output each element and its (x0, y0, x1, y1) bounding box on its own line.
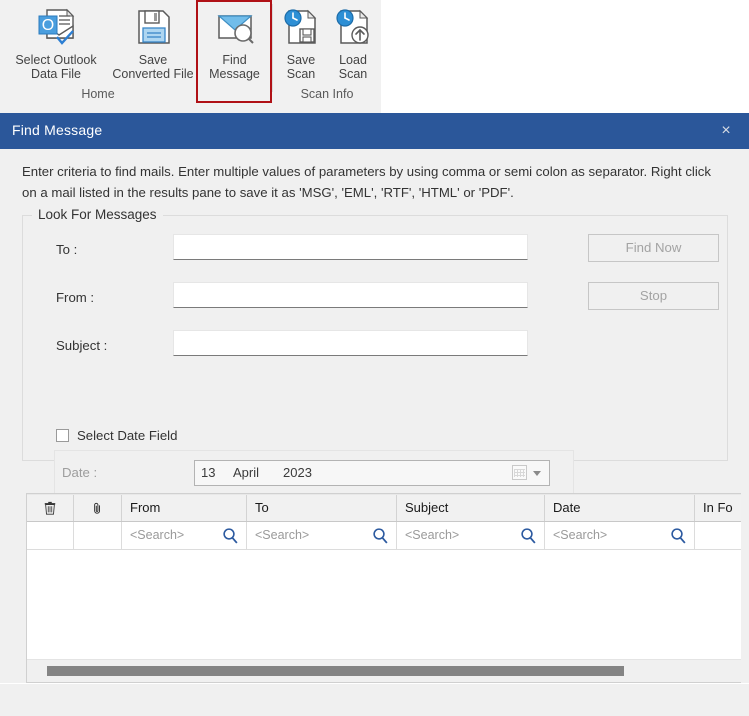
chevron-down-icon[interactable] (533, 471, 541, 476)
ribbon-group-scan-info: Save Scan Load Scan Scan Info (273, 0, 381, 113)
ribbon-toolbar: O Select Outlook Data File Save Converte… (0, 0, 749, 114)
column-header-delete[interactable] (27, 495, 74, 521)
svg-text:O: O (42, 17, 54, 34)
filter-cell-attachment (74, 522, 122, 549)
ribbon-group-find: Find Message (197, 0, 272, 113)
floppy-disk-icon (130, 4, 176, 50)
column-header-date[interactable]: Date (545, 495, 695, 521)
filter-placeholder-to: <Search> (255, 528, 310, 542)
date-label: Date : (62, 465, 98, 480)
grid-header-row: From To Subject Date In Fo (27, 494, 749, 522)
select-date-field-label: Select Date Field (77, 428, 178, 443)
column-header-from[interactable]: From (122, 495, 247, 521)
ribbon-button-load-scan[interactable]: Load Scan (327, 2, 379, 81)
grid-rows-area (27, 550, 749, 660)
dialog-title: Find Message (12, 122, 103, 138)
page-clock-upload-icon (330, 4, 376, 50)
ribbon-empty-area (381, 0, 749, 113)
instructions-text: Enter criteria to find mails. Enter mult… (22, 164, 711, 200)
dialog-body: Enter criteria to find mails. Enter mult… (0, 149, 749, 716)
ribbon-button-label: Find Message (209, 53, 260, 81)
column-header-to[interactable]: To (247, 495, 397, 521)
search-icon[interactable] (222, 527, 239, 544)
find-now-button[interactable]: Find Now (588, 234, 719, 262)
filter-cell-subject[interactable]: <Search> (397, 522, 545, 549)
ribbon-button-select-outlook-data-file[interactable]: O Select Outlook Data File (4, 2, 108, 81)
filter-placeholder-subject: <Search> (405, 528, 460, 542)
ribbon-button-label: Save Converted File (112, 53, 194, 81)
scrollbar-thumb[interactable] (47, 666, 624, 676)
from-input[interactable] (173, 282, 528, 308)
stop-button[interactable]: Stop (588, 282, 719, 310)
filter-cell-date[interactable]: <Search> (545, 522, 695, 549)
dialog-title-bar: Find Message × (0, 113, 749, 149)
date-year[interactable]: 2023 (283, 465, 312, 480)
search-icon[interactable] (372, 527, 389, 544)
select-date-field-row[interactable]: Select Date Field (56, 428, 177, 443)
ribbon-button-save-converted-file[interactable]: Save Converted File (110, 2, 196, 81)
close-icon[interactable]: × (713, 119, 739, 143)
filter-cell-from[interactable]: <Search> (122, 522, 247, 549)
page-clock-save-icon (278, 4, 324, 50)
ribbon-group-label-home: Home (81, 87, 115, 101)
filter-cell-delete (27, 522, 74, 549)
subject-label: Subject : (56, 338, 108, 353)
from-label: From : (56, 290, 95, 305)
date-month[interactable]: April (233, 465, 259, 480)
application-window: O Select Outlook Data File Save Converte… (0, 0, 749, 716)
envelope-search-icon (212, 4, 258, 50)
ribbon-button-find-message[interactable]: Find Message (197, 2, 272, 81)
grid-filter-row: <Search> <Search> <Search> <Search> (27, 522, 749, 550)
grid-horizontal-scrollbar[interactable] (27, 659, 748, 682)
search-icon[interactable] (520, 527, 537, 544)
ribbon-button-label: Save Scan (286, 53, 316, 81)
filter-cell-to[interactable]: <Search> (247, 522, 397, 549)
select-date-field-checkbox[interactable] (56, 429, 69, 442)
filter-placeholder-from: <Search> (130, 528, 185, 542)
paperclip-icon (94, 502, 100, 514)
look-for-messages-group: Look For Messages To : From : Subject : … (22, 207, 728, 496)
ribbon-button-save-scan[interactable]: Save Scan (275, 2, 327, 81)
to-input[interactable] (173, 234, 528, 260)
ribbon-button-label: Select Outlook Data File (15, 53, 97, 81)
filter-placeholder-date: <Search> (553, 528, 608, 542)
date-picker[interactable]: 13 April 2023 (194, 460, 550, 486)
outlook-data-file-icon: O (33, 4, 79, 50)
ribbon-group-home: O Select Outlook Data File Save Converte… (0, 0, 196, 113)
dialog-bottom-strip (0, 683, 749, 716)
ribbon-group-label-scan-info: Scan Info (300, 87, 354, 101)
column-header-attachment[interactable] (74, 495, 122, 521)
to-label: To : (56, 242, 78, 257)
results-grid: From To Subject Date In Fo <Search> <Sea… (26, 493, 749, 683)
subject-input[interactable] (173, 330, 528, 356)
trash-icon (44, 501, 56, 515)
grid-right-gutter (741, 493, 749, 683)
ribbon-groups: O Select Outlook Data File Save Converte… (0, 0, 381, 113)
ribbon-button-label: Load Scan (338, 53, 368, 81)
date-day[interactable]: 13 (201, 465, 215, 480)
search-icon[interactable] (670, 527, 687, 544)
column-header-subject[interactable]: Subject (397, 495, 545, 521)
group-legend: Look For Messages (32, 207, 163, 222)
calendar-icon[interactable] (512, 465, 527, 480)
